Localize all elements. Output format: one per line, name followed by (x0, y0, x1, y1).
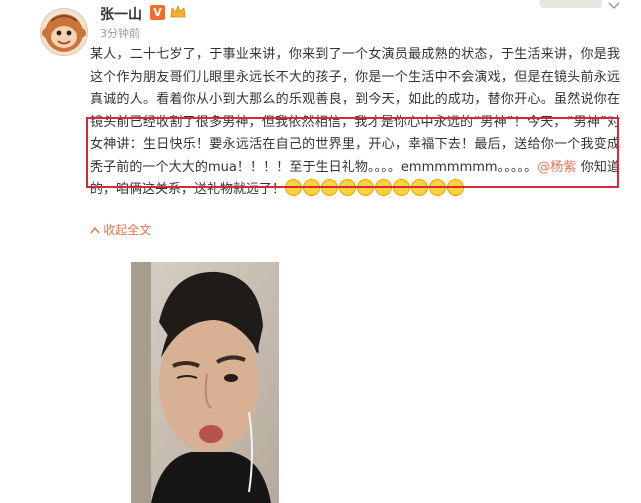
monkey-avatar-icon (42, 14, 86, 52)
laughing-tears-emoji (321, 179, 339, 196)
avatar[interactable] (40, 8, 88, 56)
vip-badge-icon: V (150, 5, 165, 20)
laughing-tears-emoji (357, 179, 375, 196)
laughing-tears-emoji (411, 179, 429, 196)
selfie-image (131, 262, 279, 503)
laughing-tears-emoji (303, 179, 321, 196)
collapse-button[interactable]: 收起全文 (90, 221, 151, 238)
username[interactable]: 张一山 (100, 4, 142, 24)
post-timestamp: 3分钟前 (100, 27, 140, 40)
laughing-tears-emoji (375, 179, 393, 196)
laughing-tears-emoji (339, 179, 357, 196)
post-text-main: 某人，二十七岁了，于事业来讲，你来到了一个女演员最成熟的状态，于生活来讲，你是我… (90, 47, 620, 175)
emoji-row (285, 179, 465, 197)
mention-link[interactable]: @杨紫 (537, 160, 576, 175)
laughing-tears-emoji (285, 179, 303, 196)
post-photo[interactable] (131, 262, 279, 503)
cropped-image-edge (540, 0, 602, 8)
laughing-tears-emoji (447, 179, 465, 196)
laughing-tears-emoji (429, 179, 447, 196)
chevron-up-icon (90, 226, 103, 237)
collapse-label: 收起全文 (103, 223, 152, 237)
laughing-tears-emoji (393, 179, 411, 196)
membership-crown-icon (169, 4, 187, 20)
post-body: 某人，二十七岁了，于事业来讲，你来到了一个女演员最成熟的状态，于生活来讲，你是我… (90, 44, 620, 202)
chevron-down-icon[interactable] (608, 0, 620, 13)
